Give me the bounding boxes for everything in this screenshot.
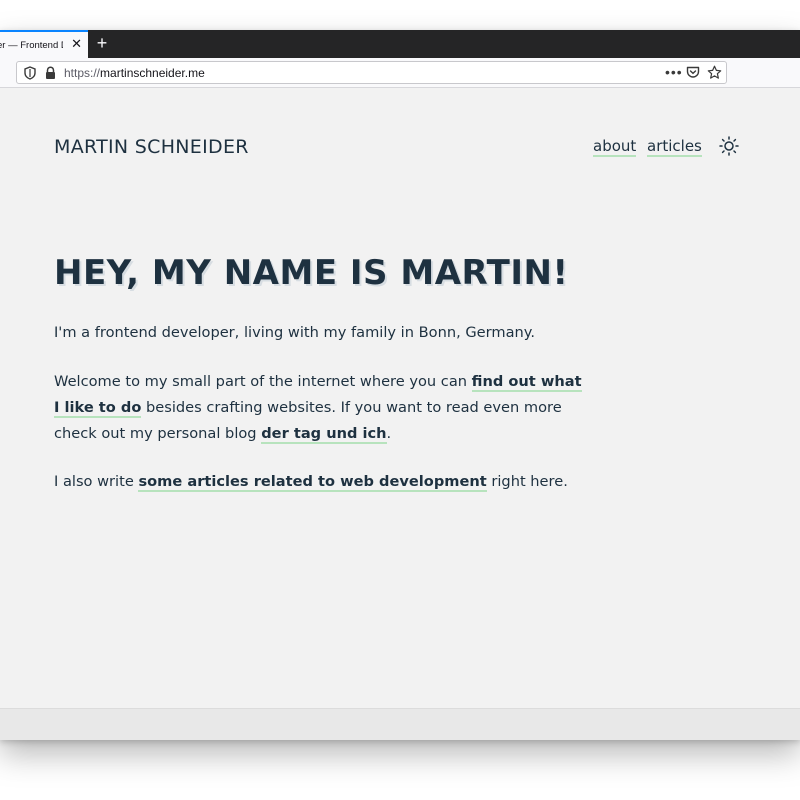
page-content: MARTIN SCHNEIDER about articles HEY, MY … [0, 89, 800, 708]
articles-text-start: I also write [54, 473, 139, 490]
pocket-icon[interactable] [686, 66, 700, 79]
welcome-text-start: Welcome to my small part of the internet… [54, 373, 472, 390]
new-tab-button[interactable]: + [94, 33, 110, 53]
tracking-shield-icon[interactable] [24, 66, 36, 80]
sun-icon[interactable] [719, 136, 739, 156]
welcome-text-end: . [386, 425, 392, 442]
tab-strip: er — Frontend D ✕ + [0, 30, 800, 58]
url-bar[interactable]: https://martinschneider.me ••• [16, 61, 727, 84]
articles-link[interactable]: some articles related to web development [138, 473, 487, 492]
articles-text-end: right here. [486, 473, 568, 490]
browser-window: er — Frontend D ✕ + https://martinschnei… [0, 30, 800, 740]
url-host: martinschneider.me [100, 66, 205, 80]
nav-about-link[interactable]: about [593, 137, 637, 157]
tab-title: er — Frontend D [0, 39, 63, 51]
welcome-paragraph: Welcome to my small part of the internet… [54, 369, 584, 447]
nav-articles-link[interactable]: articles [647, 137, 702, 157]
url-scheme: https:// [64, 66, 101, 80]
bookmark-star-icon[interactable] [707, 65, 722, 80]
hero-heading: HEY, MY NAME IS MARTIN! [54, 253, 569, 293]
lock-icon[interactable] [45, 66, 56, 80]
tab-close-icon[interactable]: ✕ [71, 37, 82, 51]
blog-link[interactable]: der tag und ich [261, 425, 387, 444]
page-actions-icon[interactable]: ••• [665, 64, 683, 80]
intro-paragraph: I'm a frontend developer, living with my… [54, 324, 535, 341]
articles-paragraph: I also write some articles related to we… [54, 469, 584, 495]
tab-active[interactable]: er — Frontend D ✕ [0, 30, 88, 58]
navigation-toolbar: https://martinschneider.me ••• [0, 58, 800, 88]
bottom-bar [0, 708, 800, 740]
site-title[interactable]: MARTIN SCHNEIDER [54, 136, 249, 158]
url-text[interactable]: https://martinschneider.me [64, 66, 205, 80]
